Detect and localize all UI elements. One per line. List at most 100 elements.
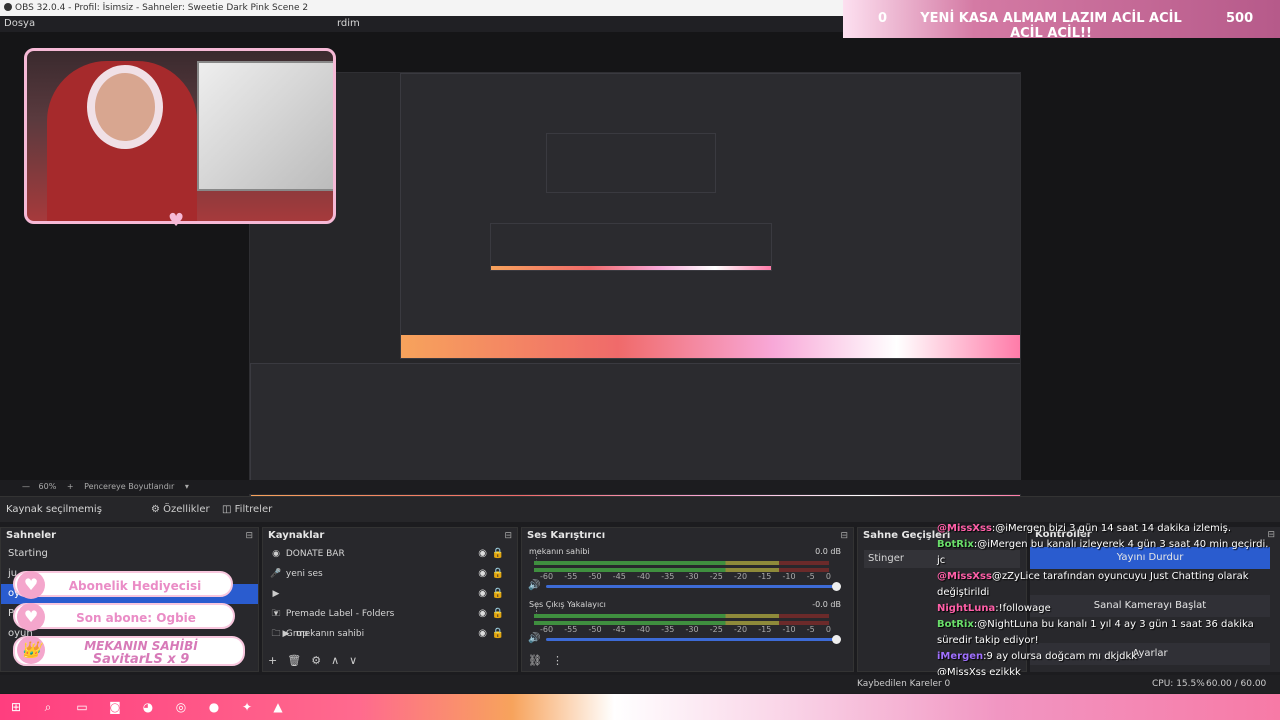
scenes-header: Sahneler [6,530,57,541]
audio-mixer-dock: Ses Karıştırıcı ⊟ mekanın sahibi 0.0 dB ⋮… [521,527,854,672]
eye-icon[interactable]: ◉ [478,544,487,564]
recursive-preview [400,73,1020,359]
add-icon[interactable]: + [268,654,287,667]
chrome-icon[interactable]: ◎ [173,699,189,715]
eye-icon[interactable]: ◉ [478,604,487,624]
menu-file[interactable]: Dosya [0,18,39,29]
gear-icon[interactable]: ⚙ [311,654,331,667]
source-type-icon: ▶ [282,629,290,639]
up-icon[interactable]: ∧ [331,654,349,667]
mixer-header: Ses Karıştırıcı [527,530,606,541]
filters-button[interactable]: ◫ Filtreler [222,502,272,518]
meter-ticks: -60 -55 -50 -45 -40 -35 -30 -25 -20 -15 -10 -5 0 [540,572,831,581]
gift-sub-label: ♥Abonelik Hediyecisi SavitarLS [13,571,233,619]
obs-icon[interactable]: ● [206,699,222,715]
last-sub-label: ♥ Son abone: Ogbie [13,603,235,631]
app-icon[interactable]: ◙ [107,699,123,715]
zoom-in-button[interactable]: + [67,482,74,491]
chat-message: BotRix:@NightLuna bu kanalı 1 yıl 4 ay 3… [937,619,1254,646]
lock-icon[interactable]: 🔒 [492,624,504,644]
zoom-bar: — 60% + Pencereye Boyutlandır ▾ [0,480,1280,494]
zoom-level: 60% [38,482,57,491]
slider-knob[interactable] [832,582,841,591]
preview-area[interactable]: ♥ [0,32,1280,506]
menu-help[interactable]: rdim [333,16,364,32]
mixer-channel: Ses Çıkış Yakalayıcı -0.0 dB ⋮ -60 -55 -50… [522,597,853,650]
volume-meter [534,561,829,565]
pc-case [197,61,333,191]
speaker-icon[interactable]: 🔊 [528,633,540,644]
scale-mode-chevron-icon[interactable]: ▾ [185,482,189,491]
streamer-head [87,65,163,149]
app-icon[interactable]: ✦ [239,699,255,715]
heart-icon: ♥ [17,603,45,631]
preview-canvas[interactable] [249,72,1021,506]
recursive-preview [546,133,716,193]
channel-db: -0.0 dB [812,600,841,609]
lock-icon[interactable]: 🔒 [492,584,504,604]
dock-menu-icon[interactable]: ⊟ [840,528,848,544]
heart-icon: ♥ [168,210,185,231]
discord-icon[interactable]: ◕ [140,699,156,715]
chat-message: BotRix:@iMergen bu kanalı izleyerek 4 gü… [937,539,1269,550]
sources-header: Kaynaklar [268,530,325,541]
windows-start-icon[interactable]: ⊞ [8,699,24,715]
chat-overlay: @MissXss:@iMergen bizi 3 gün 14 saat 14 … [937,521,1280,681]
mixer-toolbar: ⛓⋮ [528,654,573,667]
kebab-icon[interactable]: ⋮ [552,654,573,667]
goal-target: 500 [1226,11,1254,26]
source-type-icon: ◉ [272,549,280,559]
eye-icon[interactable]: ◉ [478,584,487,604]
chat-message: jc [937,555,946,566]
source-toolbar: +🗑⚙∧∨ [268,654,367,667]
app-icon[interactable]: ▲ [270,699,286,715]
chat-message: @MissXss@zZyLice tarafından oyuncuyu Jus… [937,571,1249,598]
properties-button[interactable]: ⚙ Özellikler [151,502,210,518]
dock-menu-icon[interactable]: ⊟ [245,528,253,544]
chat-message: NightLuna:!followage [937,603,1051,614]
source-item[interactable]: ▾ 🗀 Grup ◉ 🔒 [263,604,517,639]
volume-slider[interactable] [546,635,841,644]
crown-icon: 👑 [17,636,45,664]
donation-goal-bar: 0 YENİ KASA ALMAM LAZIM ACİL ACİL ACİL A… [843,0,1280,41]
eye-icon[interactable]: ◉ [478,564,487,584]
recursive-preview [490,223,772,271]
lock-icon[interactable]: 🔒 [492,604,504,624]
scale-mode[interactable]: Pencereye Boyutlandır [84,482,174,491]
gear-icon: ⚙ [151,504,164,515]
heart-icon: ♥ [17,571,45,599]
trash-icon[interactable]: 🗑 [287,654,311,667]
obs-logo-icon [4,3,12,11]
source-item[interactable]: ▶ mekanın sahibi ◉ 🔒 [263,624,517,644]
zoom-out-button[interactable]: — [22,482,30,491]
volume-slider[interactable] [546,582,841,591]
lock-icon[interactable]: 🔒 [492,544,504,564]
mixer-channel: mekanın sahibi 0.0 dB ⋮ -60 -55 -50 -45 -40-… [522,544,853,597]
dock-menu-icon[interactable]: ⊟ [504,528,512,544]
source-type-icon: 🎤 [270,569,282,579]
cpu-usage: CPU: 15.5% [1152,679,1205,689]
status-bar: Kaybedilen Kareler 0 CPU: 15.5% 60.00 / … [0,675,1280,707]
down-icon[interactable]: ∨ [349,654,367,667]
volume-meter [534,614,829,618]
no-selection-label: Kaynak seçilmemiş [6,504,102,515]
link-icon[interactable]: ⛓ [528,654,552,667]
lock-icon[interactable]: 🔒 [492,564,504,584]
webcam-source [24,48,336,224]
search-icon[interactable]: ⌕ [40,699,56,715]
eye-icon[interactable]: ◉ [478,624,487,644]
source-item[interactable]: ◉ DONATE BAR ◉ 🔒 [263,544,517,564]
file-explorer-icon[interactable]: ▭ [74,699,90,715]
scene-item[interactable]: Starting [1,544,258,564]
slider-knob[interactable] [832,635,841,644]
sources-dock: Kaynaklar ⊟ ◉ DONATE BAR ◉ 🔒 🎤 yeni ses ◉ 🔒 ▶… [262,527,518,672]
window-title: OBS 32.0.4 - Profil: İsimsiz - Sahneler:… [15,3,309,13]
source-item[interactable]: ▶ 🗀 Premade Label - Folders ◉ 🔒 [263,584,517,619]
filter-icon: ◫ [222,504,235,515]
meter-ticks: -60 -55 -50 -45 -40 -35 -30 -25 -20 -15 -10 -5 0 [540,625,831,634]
speaker-icon[interactable]: 🔊 [528,580,540,591]
top-supporter-label: 👑 MEKANIN SAHİBİ SavitarLS x 9 [13,636,245,666]
taskbar: ⊞ ⌕ ▭ ◙ ◕ ◎ ● ✦ ▲ [0,694,1280,720]
chat-message: iMergen:9 ay olursa doğcam mı dkjdkk [937,651,1138,662]
source-item[interactable]: 🎤 yeni ses ◉ 🔒 [263,564,517,584]
